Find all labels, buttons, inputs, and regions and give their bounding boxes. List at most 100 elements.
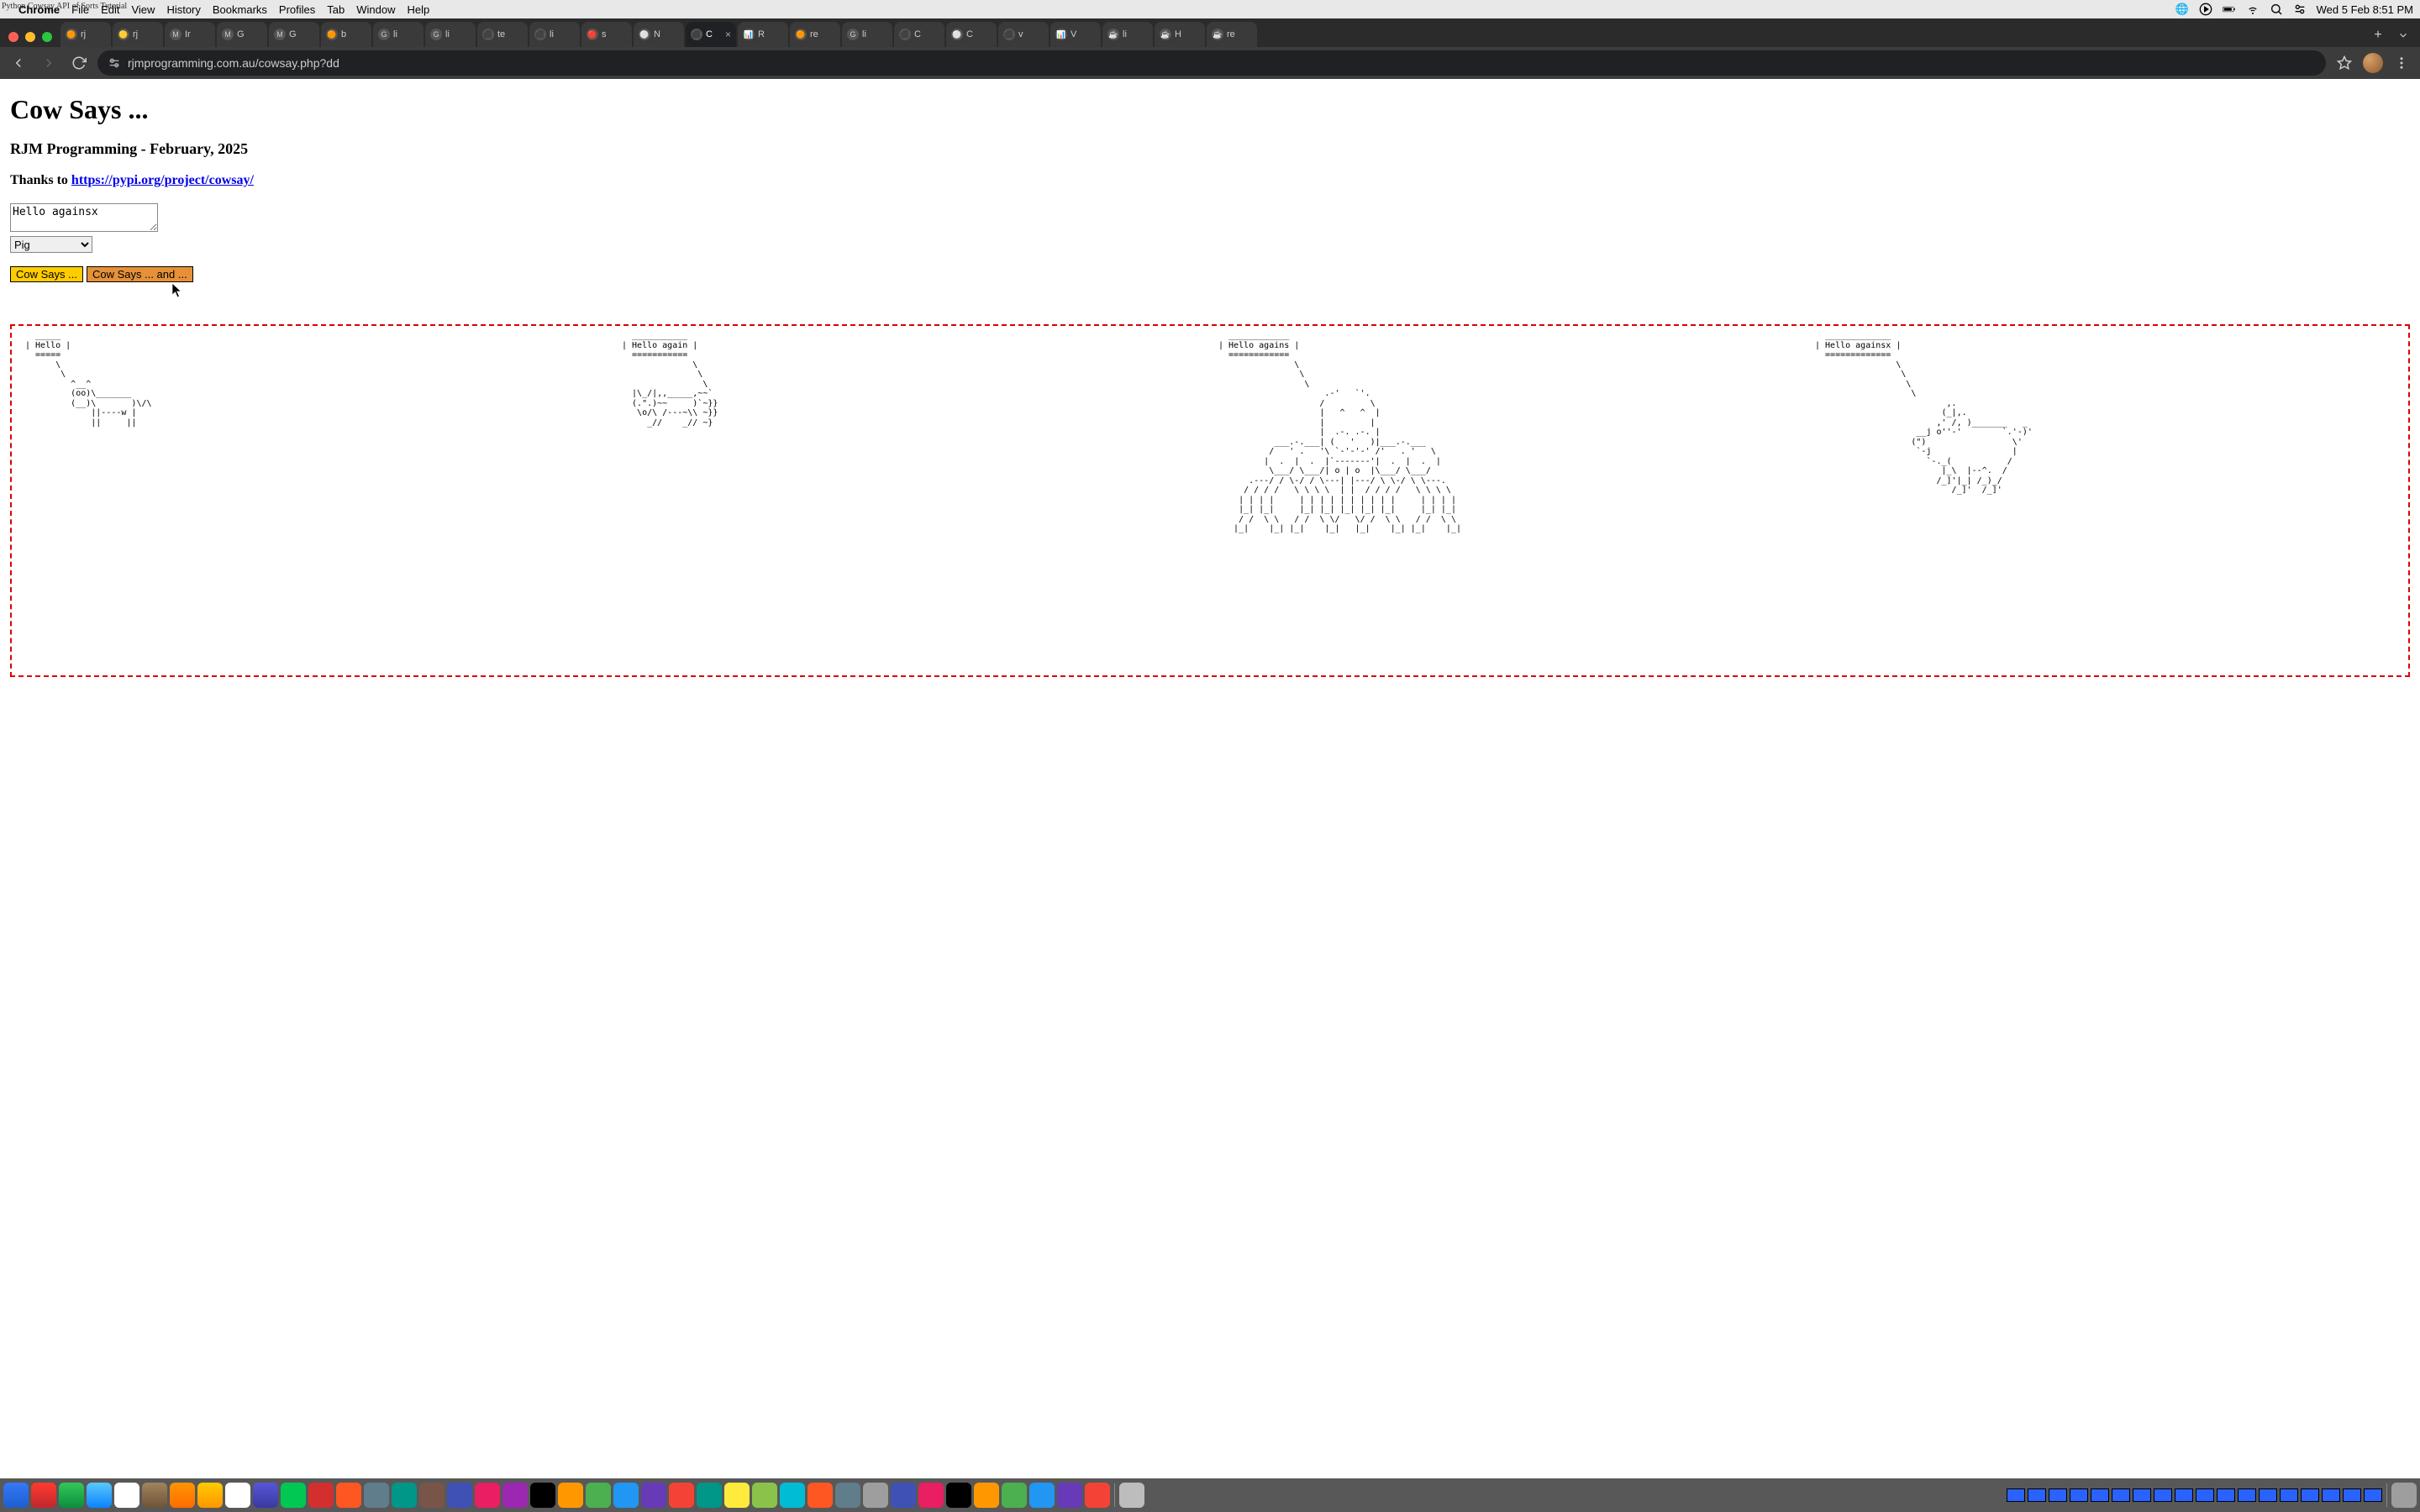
dock-app[interactable] [197, 1483, 223, 1508]
dock-app[interactable] [586, 1483, 611, 1508]
dock-min-window[interactable] [2175, 1488, 2193, 1502]
dock-min-window[interactable] [2028, 1488, 2046, 1502]
dock-min-window[interactable] [2238, 1488, 2256, 1502]
dock-app[interactable] [59, 1483, 84, 1508]
menubar-app-name[interactable]: Chrome [18, 3, 60, 16]
dock-app[interactable] [142, 1483, 167, 1508]
dock-app[interactable] [170, 1483, 195, 1508]
dock-downloads[interactable] [1119, 1483, 1144, 1508]
browser-tab[interactable]: Gli [425, 22, 476, 47]
browser-tab[interactable]: ⚪C [946, 22, 997, 47]
browser-tab[interactable]: 🟡rj [113, 22, 163, 47]
menu-bookmarks[interactable]: Bookmarks [213, 3, 267, 16]
menu-view[interactable]: View [131, 3, 155, 16]
forward-button[interactable] [37, 51, 60, 75]
dock-min-window[interactable] [2133, 1488, 2151, 1502]
dock-app[interactable] [447, 1483, 472, 1508]
dock-min-window[interactable] [2049, 1488, 2067, 1502]
dock-app[interactable] [392, 1483, 417, 1508]
dock-min-window[interactable] [2091, 1488, 2109, 1502]
browser-tab[interactable]: ⬛li [529, 22, 580, 47]
dock-app[interactable] [780, 1483, 805, 1508]
dock-app[interactable] [752, 1483, 777, 1508]
dock-app[interactable] [225, 1483, 250, 1508]
dock-min-window[interactable] [2364, 1488, 2382, 1502]
dock-app[interactable] [31, 1483, 56, 1508]
battery-icon[interactable] [2223, 3, 2236, 16]
site-info-icon[interactable] [108, 56, 121, 70]
browser-tab[interactable]: ⬛te [477, 22, 528, 47]
dock-min-window[interactable] [2154, 1488, 2172, 1502]
search-icon[interactable] [2270, 3, 2283, 16]
dock-min-window[interactable] [2322, 1488, 2340, 1502]
browser-tab[interactable]: 🔴s [581, 22, 632, 47]
dock-app[interactable] [724, 1483, 750, 1508]
menu-edit[interactable]: Edit [101, 3, 119, 16]
window-close-button[interactable] [8, 32, 18, 42]
dock-app[interactable] [475, 1483, 500, 1508]
dock-app[interactable] [697, 1483, 722, 1508]
cowsay-pypi-link[interactable]: https://pypi.org/project/cowsay/ [71, 173, 254, 187]
browser-tab[interactable]: ⚪N [634, 22, 684, 47]
browser-tab[interactable]: ☕re [1207, 22, 1257, 47]
dock-app[interactable] [835, 1483, 860, 1508]
dock-app[interactable] [918, 1483, 944, 1508]
new-tab-button[interactable]: + [2366, 24, 2390, 47]
control-center-icon[interactable] [2293, 3, 2307, 16]
dock-app[interactable] [308, 1483, 334, 1508]
dock-app[interactable] [1029, 1483, 1055, 1508]
dock-app[interactable] [502, 1483, 528, 1508]
browser-tab[interactable]: ☕li [1102, 22, 1153, 47]
translate-icon[interactable]: 🌐 [2175, 3, 2189, 16]
browser-tab[interactable]: ☕H [1155, 22, 1205, 47]
dock-min-window[interactable] [2196, 1488, 2214, 1502]
cow-says-button[interactable]: Cow Says ... [10, 266, 83, 282]
dock-app[interactable] [891, 1483, 916, 1508]
window-zoom-button[interactable] [42, 32, 52, 42]
tabs-overflow-button[interactable] [2391, 24, 2415, 47]
reload-button[interactable] [67, 51, 91, 75]
dock-app[interactable] [419, 1483, 445, 1508]
menu-profiles[interactable]: Profiles [279, 3, 315, 16]
dock-min-window[interactable] [2280, 1488, 2298, 1502]
dock-app[interactable] [1057, 1483, 1082, 1508]
dock-app[interactable] [3, 1483, 29, 1508]
playback-icon[interactable] [2199, 3, 2212, 16]
message-textarea[interactable] [10, 203, 158, 232]
dock-app[interactable] [863, 1483, 888, 1508]
browser-tab[interactable]: 🟠rj [60, 22, 111, 47]
dock-min-window[interactable] [2007, 1488, 2025, 1502]
dock-app[interactable] [946, 1483, 971, 1508]
dock-min-window[interactable] [2343, 1488, 2361, 1502]
dock-app[interactable] [558, 1483, 583, 1508]
address-bar[interactable]: rjmprogramming.com.au/cowsay.php?dd [97, 50, 2326, 76]
browser-tab[interactable]: ⬛v [998, 22, 1049, 47]
tab-close-icon[interactable]: × [725, 29, 731, 40]
browser-tab[interactable]: 📊V [1050, 22, 1101, 47]
browser-tab[interactable]: 🟠re [790, 22, 840, 47]
dock-app[interactable] [114, 1483, 139, 1508]
dock-app[interactable] [613, 1483, 639, 1508]
browser-tab[interactable]: 📊R [738, 22, 788, 47]
browser-tab[interactable]: ⬛C [894, 22, 944, 47]
browser-tab[interactable]: MIr [165, 22, 215, 47]
window-minimize-button[interactable] [25, 32, 35, 42]
browser-tab[interactable]: Gli [373, 22, 424, 47]
dock-trash[interactable] [2391, 1483, 2417, 1508]
menubar-clock[interactable]: Wed 5 Feb 8:51 PM [2317, 3, 2413, 16]
dock-min-window[interactable] [2217, 1488, 2235, 1502]
dock-app[interactable] [281, 1483, 306, 1508]
dock-app[interactable] [530, 1483, 555, 1508]
dock-min-window[interactable] [2301, 1488, 2319, 1502]
dock-app[interactable] [336, 1483, 361, 1508]
dock-app[interactable] [1002, 1483, 1027, 1508]
menu-help[interactable]: Help [408, 3, 430, 16]
cow-says-and-button[interactable]: Cow Says ... and ... [87, 266, 193, 282]
dock-app[interactable] [669, 1483, 694, 1508]
dock-app[interactable] [641, 1483, 666, 1508]
dock-min-window[interactable] [2259, 1488, 2277, 1502]
wifi-icon[interactable] [2246, 3, 2260, 16]
browser-tab[interactable]: ⬛C× [686, 22, 736, 47]
dock-min-window[interactable] [2112, 1488, 2130, 1502]
dock-app[interactable] [87, 1483, 112, 1508]
